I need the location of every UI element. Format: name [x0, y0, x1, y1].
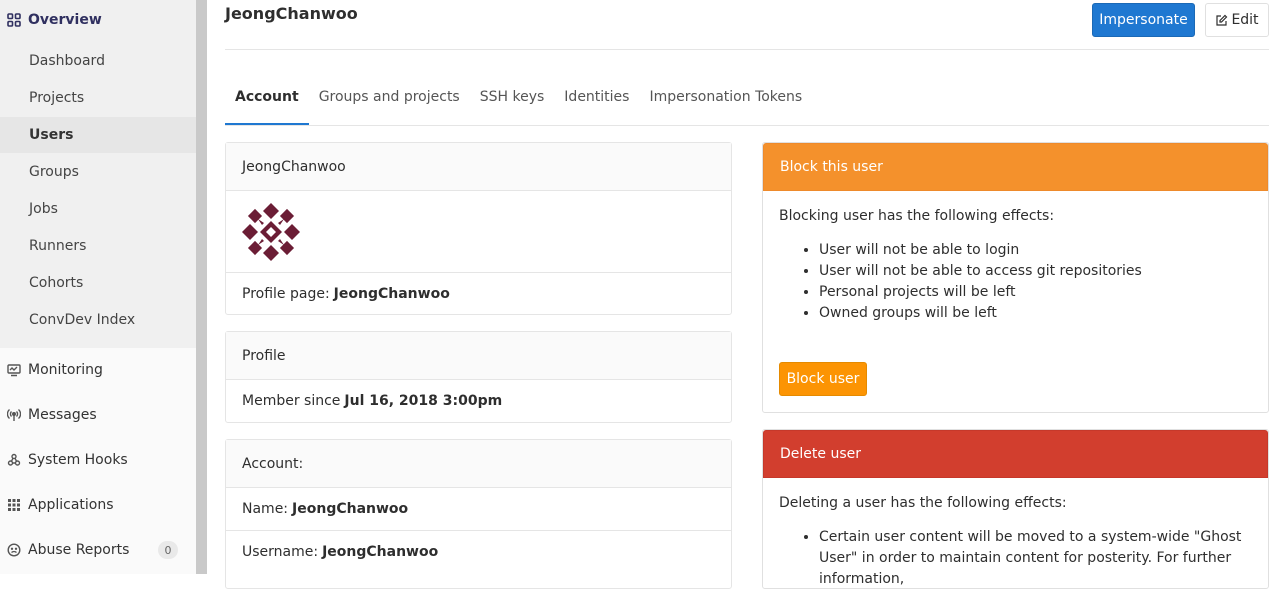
tab-impersonation-tokens[interactable]: Impersonation Tokens — [639, 79, 812, 125]
avatar-row — [226, 191, 731, 272]
avatar — [242, 203, 300, 265]
sidebar-item-label: Cohorts — [29, 275, 84, 291]
sidebar: Overview Dashboard Projects Users Groups… — [0, 0, 196, 574]
sidebar-item-groups[interactable]: Groups — [0, 154, 196, 190]
member-since-label: Member since — [242, 393, 341, 409]
sidebar-item-label: Applications — [28, 497, 114, 513]
user-card: JeongChanwoo Profile page: JeongChanwoo — [225, 142, 732, 315]
list-item: User will not be able to access git repo… — [819, 261, 1252, 282]
sidebar-item-label: Messages — [28, 407, 97, 423]
abuse-reports-count-badge: 0 — [158, 541, 178, 559]
grid-icon — [0, 498, 28, 512]
sidebar-item-system-hooks[interactable]: System Hooks — [0, 440, 196, 480]
member-since-row: Member since Jul 16, 2018 3:00pm — [226, 380, 731, 422]
account-name-label: Name: — [242, 501, 289, 517]
edit-button[interactable]: Edit — [1205, 3, 1269, 37]
sidebar-item-label: System Hooks — [28, 452, 128, 468]
sidebar-item-abuse-reports[interactable]: Abuse Reports 0 — [0, 530, 196, 570]
sidebar-item-label: Runners — [29, 238, 87, 254]
block-effects-list: User will not be able to login User will… — [819, 240, 1252, 324]
delete-user-body: Deleting a user has the following effect… — [763, 495, 1268, 590]
hook-icon — [0, 453, 28, 467]
smiley-icon — [0, 543, 28, 557]
sidebar-item-label: Dashboard — [29, 53, 105, 69]
sidebar-item-users[interactable]: Users — [0, 117, 196, 153]
profile-page-link[interactable]: JeongChanwoo — [334, 286, 450, 302]
sidebar-item-cohorts[interactable]: Cohorts — [0, 265, 196, 301]
sidebar-item-convdev-index[interactable]: ConvDev Index — [0, 302, 196, 338]
list-item: Certain user content will be moved to a … — [819, 527, 1252, 590]
sidebar-item-label: Groups — [29, 164, 79, 180]
sidebar-item-label: ConvDev Index — [29, 312, 136, 328]
sidebar-item-label: Abuse Reports — [28, 542, 130, 558]
sidebar-item-jobs[interactable]: Jobs — [0, 191, 196, 227]
sidebar-item-label: Monitoring — [28, 362, 103, 378]
page-title: JeongChanwoo — [225, 4, 358, 23]
profile-page-row: Profile page: JeongChanwoo — [226, 272, 731, 314]
sidebar-item-messages[interactable]: Messages — [0, 395, 196, 435]
tab-groups-and-projects[interactable]: Groups and projects — [309, 79, 470, 125]
member-since-value: Jul 16, 2018 3:00pm — [344, 393, 503, 409]
sidebar-item-applications[interactable]: Applications — [0, 485, 196, 525]
sidebar-item-overview[interactable]: Overview — [0, 0, 196, 40]
sidebar-item-label: Users — [29, 127, 74, 143]
block-user-body: Blocking user has the following effects:… — [763, 208, 1268, 324]
account-card-header: Account: — [226, 440, 731, 488]
sidebar-item-dashboard[interactable]: Dashboard — [0, 43, 196, 79]
delete-user-header: Delete user — [763, 430, 1268, 478]
sidebar-item-label: Overview — [28, 12, 102, 28]
block-user-header: Block this user — [763, 143, 1268, 191]
delete-user-intro: Deleting a user has the following effect… — [779, 495, 1067, 511]
tab-identities[interactable]: Identities — [554, 79, 639, 125]
list-item: Owned groups will be left — [819, 303, 1252, 324]
broadcast-icon — [0, 408, 28, 422]
block-user-card: Block this user Blocking user has the fo… — [762, 142, 1269, 413]
block-user-button[interactable]: Block user — [779, 362, 867, 396]
user-card-header: JeongChanwoo — [226, 143, 731, 191]
tab-ssh-keys[interactable]: SSH keys — [470, 79, 555, 125]
sidebar-item-monitoring[interactable]: Monitoring — [0, 350, 196, 390]
sidebar-scrollbar[interactable] — [196, 0, 207, 574]
list-item: Personal projects will be left — [819, 282, 1252, 303]
delete-user-card: Delete user Deleting a user has the foll… — [762, 429, 1269, 589]
account-name-value: JeongChanwoo — [292, 501, 409, 517]
account-username-label: Username: — [242, 543, 319, 560]
account-card: Account: Name: JeongChanwoo Username: Je… — [225, 439, 732, 589]
delete-effects-list: Certain user content will be moved to a … — [819, 527, 1252, 590]
account-name-row: Name: JeongChanwoo — [226, 488, 731, 530]
sidebar-item-runners[interactable]: Runners — [0, 228, 196, 264]
sidebar-item-label: Projects — [29, 90, 85, 106]
monitor-icon — [0, 363, 28, 377]
profile-page-label: Profile page: — [242, 285, 330, 302]
block-user-intro: Blocking user has the following effects: — [779, 208, 1055, 224]
grid-icon — [0, 13, 28, 27]
edit-icon — [1215, 14, 1228, 27]
sidebar-item-label: Jobs — [29, 201, 58, 217]
account-username-row: Username: JeongChanwoo — [226, 530, 731, 572]
impersonate-button[interactable]: Impersonate — [1092, 3, 1195, 37]
list-item: User will not be able to login — [819, 240, 1252, 261]
profile-card: Profile Member since Jul 16, 2018 3:00pm — [225, 331, 732, 423]
account-username-value: JeongChanwoo — [322, 543, 439, 560]
user-tabs: Account Groups and projects SSH keys Ide… — [225, 79, 1269, 126]
header-divider — [225, 49, 1269, 50]
profile-card-header: Profile — [226, 332, 731, 380]
tab-account[interactable]: Account — [225, 79, 309, 125]
edit-button-label: Edit — [1231, 12, 1259, 28]
sidebar-item-projects[interactable]: Projects — [0, 80, 196, 116]
